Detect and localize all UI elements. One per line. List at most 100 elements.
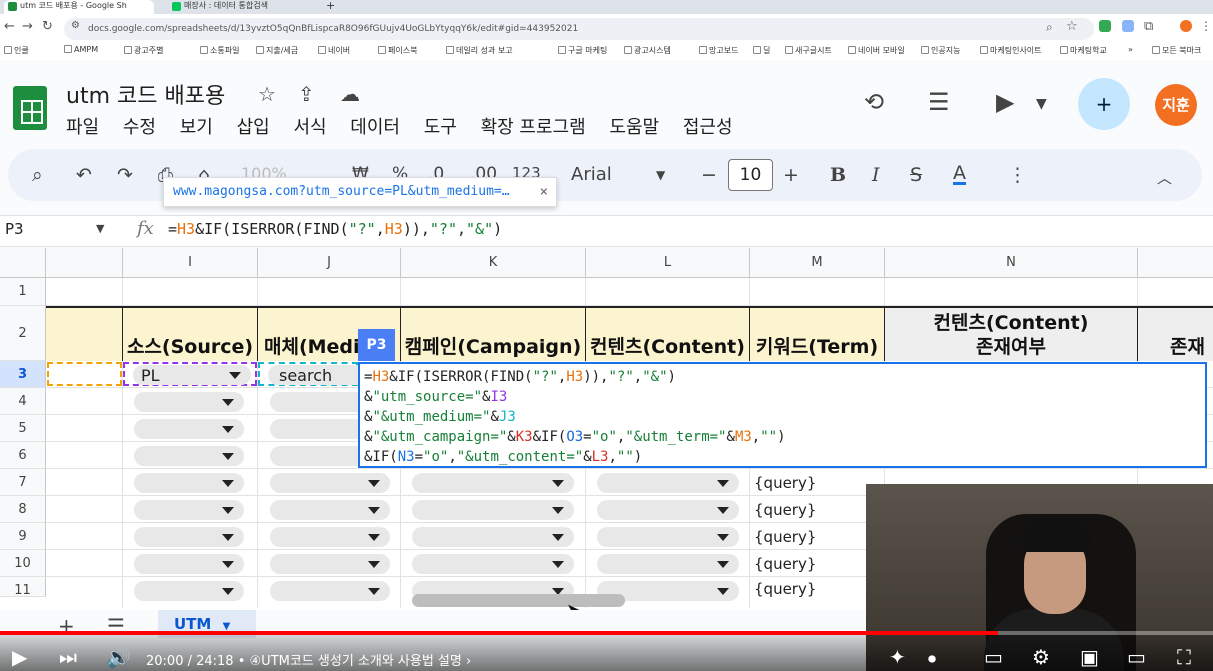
column-header[interactable]: L bbox=[586, 248, 750, 278]
more-options-icon[interactable]: ⋮ bbox=[1008, 164, 1027, 186]
miniplayer-icon[interactable]: ▣ bbox=[1080, 645, 1099, 669]
menu-data[interactable]: 데이터 bbox=[350, 117, 400, 138]
campaign-dropdown[interactable] bbox=[412, 554, 574, 574]
header-cell-source[interactable]: 소스(Source) bbox=[123, 306, 258, 361]
profile-icon[interactable] bbox=[1180, 20, 1192, 32]
new-tab-button[interactable]: + bbox=[322, 0, 342, 14]
column-header[interactable]: M bbox=[750, 248, 885, 278]
term-cell[interactable]: {query} bbox=[754, 555, 816, 573]
chevron-down-icon[interactable]: ▼ bbox=[656, 168, 665, 182]
font-family-select[interactable]: Arial bbox=[571, 164, 612, 185]
source-dropdown[interactable] bbox=[134, 527, 244, 547]
volume-icon[interactable]: 🔊 bbox=[106, 645, 131, 669]
meet-camera-icon[interactable]: ▶ bbox=[996, 88, 1014, 116]
close-icon[interactable]: × bbox=[540, 178, 548, 206]
menu-extensions[interactable]: 확장 프로그램 bbox=[481, 117, 586, 138]
medium-dropdown[interactable] bbox=[270, 527, 390, 547]
source-dropdown[interactable] bbox=[134, 581, 244, 601]
term-cell[interactable]: {query} bbox=[754, 580, 816, 598]
header-cell-content[interactable]: 컨텐츠(Content) bbox=[586, 306, 750, 361]
bookmark-item[interactable]: 네이버 bbox=[318, 45, 350, 56]
extension-icon[interactable] bbox=[1099, 20, 1111, 32]
font-size-input[interactable]: 10 bbox=[728, 159, 773, 191]
column-header[interactable]: K bbox=[401, 248, 586, 278]
bookmark-item[interactable]: AMPM bbox=[64, 45, 98, 54]
bookmark-item[interactable]: 네이버 모바일 bbox=[848, 45, 905, 56]
url-field[interactable]: docs.google.com/spreadsheets/d/13yvztO5q… bbox=[64, 18, 1094, 40]
sheets-logo-icon[interactable] bbox=[13, 86, 47, 130]
italic-icon[interactable]: I bbox=[872, 164, 880, 186]
bookmark-item[interactable]: 광고주별 bbox=[124, 45, 163, 56]
back-icon[interactable]: ← bbox=[4, 19, 15, 34]
column-header[interactable] bbox=[46, 248, 123, 278]
chevron-down-icon[interactable]: ▼ bbox=[96, 222, 104, 235]
medium-dropdown[interactable] bbox=[270, 473, 390, 493]
row-header[interactable]: 3 bbox=[0, 361, 46, 388]
bookmark-star-icon[interactable]: ☆ bbox=[1066, 19, 1078, 34]
term-cell[interactable]: {query} bbox=[754, 474, 816, 492]
bookmark-item[interactable]: 데일리 성과 보고 bbox=[446, 45, 513, 56]
bookmark-item[interactable]: 마케팅인사이트 bbox=[980, 45, 1042, 56]
menu-insert[interactable]: 삽입 bbox=[237, 117, 270, 138]
content-dropdown[interactable] bbox=[597, 473, 739, 493]
name-box[interactable]: P3 bbox=[5, 220, 24, 238]
browser-tab-search[interactable]: 매장사 : 데이터 통합검색 bbox=[168, 0, 318, 14]
collapse-toolbar-icon[interactable]: ︿ bbox=[1157, 167, 1172, 188]
version-history-icon[interactable]: ⟲ bbox=[864, 88, 884, 116]
font-size-increase-icon[interactable]: + bbox=[783, 164, 799, 186]
content-dropdown[interactable] bbox=[597, 527, 739, 547]
bookmark-item[interactable]: 지출/세금 bbox=[256, 45, 298, 56]
move-folder-icon[interactable]: ⇪ bbox=[298, 82, 315, 106]
cell-copy-range[interactable] bbox=[47, 362, 122, 386]
cell-source[interactable]: PL bbox=[123, 362, 257, 386]
bookmark-item[interactable]: 새구글시트 bbox=[785, 45, 832, 56]
source-dropdown[interactable] bbox=[134, 392, 244, 412]
column-header[interactable] bbox=[1138, 248, 1213, 278]
star-icon[interactable]: ☆ bbox=[258, 82, 276, 106]
campaign-dropdown[interactable] bbox=[412, 473, 574, 493]
site-info-icon[interactable]: ⚙ bbox=[71, 20, 80, 31]
source-dropdown[interactable] bbox=[134, 419, 244, 439]
column-header[interactable]: N bbox=[885, 248, 1138, 278]
subtitles-icon[interactable]: ▭ bbox=[984, 645, 1003, 669]
row-header[interactable]: 5 bbox=[0, 415, 46, 442]
row-header[interactable]: 8 bbox=[0, 496, 46, 523]
formula-input[interactable]: =H3&IF(ISERROR(FIND("?",H3)),"?","&") bbox=[168, 220, 502, 238]
bookmark-item[interactable]: 소통파일 bbox=[200, 45, 239, 56]
row-header[interactable]: 6 bbox=[0, 442, 46, 469]
font-size-decrease-icon[interactable]: − bbox=[701, 164, 717, 186]
next-icon[interactable]: ⏭ bbox=[59, 645, 77, 669]
row-header[interactable]: 10 bbox=[0, 550, 46, 577]
select-all-corner[interactable] bbox=[0, 248, 46, 278]
bookmark-item[interactable]: 모든 북마크 bbox=[1152, 45, 1201, 56]
avatar[interactable]: 지훈 bbox=[1155, 84, 1197, 126]
redo-icon[interactable]: ↷ bbox=[117, 164, 133, 186]
play-icon[interactable]: ▶ bbox=[12, 645, 27, 669]
bookmark-item[interactable]: 구글 마케팅 bbox=[558, 45, 607, 56]
zoom-icon[interactable]: ⌕ bbox=[1046, 20, 1053, 35]
header-cell-content-exists[interactable]: 컨텐츠(Content) 존재여부 bbox=[885, 306, 1138, 361]
menu-file[interactable]: 파일 bbox=[66, 117, 99, 138]
cell-formula-editor[interactable]: =H3&IF(ISERROR(FIND("?",H3)),"?","&") &"… bbox=[358, 362, 1207, 468]
comments-icon[interactable]: ☰ bbox=[928, 88, 950, 116]
text-color-icon[interactable]: A bbox=[953, 164, 966, 185]
row-header[interactable]: 4 bbox=[0, 388, 46, 415]
menu-help[interactable]: 도움말 bbox=[609, 117, 659, 138]
menu-format[interactable]: 서식 bbox=[293, 117, 326, 138]
bookmark-item[interactable]: 광고시스템 bbox=[624, 45, 671, 56]
row-header[interactable]: 2 bbox=[0, 306, 46, 361]
bookmarks-more-icon[interactable]: » bbox=[1128, 45, 1133, 54]
autoplay-toggle[interactable]: ⏺ bbox=[928, 649, 936, 669]
chevron-right-icon[interactable]: › bbox=[466, 654, 471, 669]
document-title[interactable]: utm 코드 배포용 bbox=[66, 78, 225, 110]
medium-dropdown[interactable] bbox=[270, 554, 390, 574]
menu-view[interactable]: 보기 bbox=[180, 117, 213, 138]
medium-dropdown[interactable] bbox=[270, 581, 390, 601]
header-cell-campaign[interactable]: 캠페인(Campaign) bbox=[401, 306, 586, 361]
source-dropdown[interactable]: PL bbox=[133, 365, 251, 385]
header-cell-term[interactable]: 키워드(Term) bbox=[750, 306, 885, 361]
column-header[interactable]: J bbox=[258, 248, 401, 278]
tooltip-link[interactable]: www.magongsa.com?utm_source=PL&utm_mediu… bbox=[173, 184, 510, 199]
chevron-down-icon[interactable]: ▼ bbox=[1036, 96, 1047, 112]
theater-mode-icon[interactable]: ▭ bbox=[1127, 645, 1146, 669]
